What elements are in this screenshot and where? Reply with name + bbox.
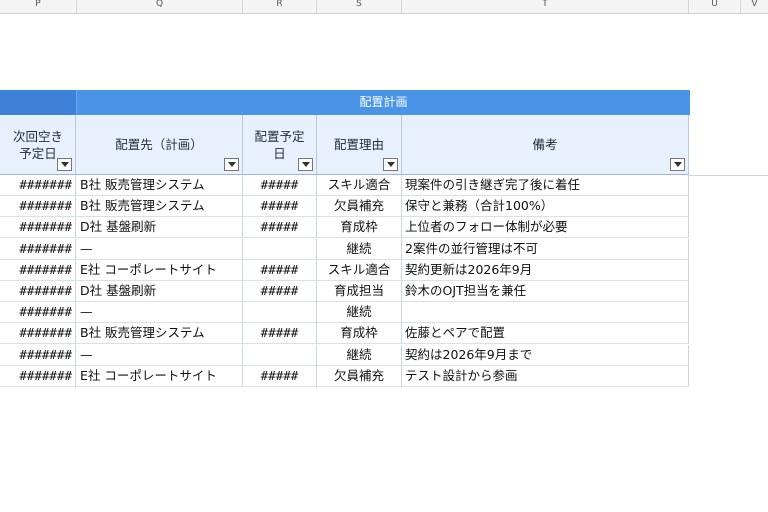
filter-dropdown-icon[interactable] [224, 158, 239, 171]
table-cell-t[interactable] [402, 302, 689, 324]
table-cell-s[interactable]: 欠員補充 [317, 365, 402, 387]
header-label: 配置予定日 [254, 128, 305, 161]
table-cell-p[interactable]: ####### [0, 259, 76, 281]
header-next-available-date[interactable]: 次回空き予定日 [0, 115, 76, 175]
header-label: 次回空き予定日 [12, 128, 63, 161]
table-cell-t[interactable]: 保守と兼務（合計100%） [402, 196, 689, 218]
table-cell-r[interactable]: ##### [243, 175, 317, 196]
table-cell-q[interactable]: — [76, 302, 243, 324]
table-cell-t[interactable]: テスト設計から参画 [402, 365, 689, 387]
table-cell-q[interactable]: — [76, 344, 243, 366]
table-cell-t[interactable]: 鈴木のOJT担当を兼任 [402, 281, 689, 302]
table-cell-r[interactable]: ##### [243, 323, 317, 345]
table-cell-q[interactable]: — [76, 238, 243, 260]
filter-dropdown-icon[interactable] [298, 158, 313, 171]
table-cell-s[interactable]: 育成担当 [317, 281, 402, 302]
table-cell-s[interactable]: 育成枠 [317, 323, 402, 345]
filter-dropdown-icon[interactable] [383, 158, 398, 171]
column-header-v[interactable]: V [741, 0, 768, 13]
table-cell-q[interactable]: E社 コーポレートサイト [76, 365, 243, 387]
table-cell-s[interactable]: スキル適合 [317, 259, 402, 281]
table-cell-q[interactable]: B社 販売管理システム [76, 196, 243, 218]
header-label: 配置理由 [333, 137, 384, 152]
header-assignment-plan[interactable]: 配置先（計画） [76, 115, 243, 175]
table-cell-p[interactable]: ####### [0, 175, 76, 196]
table-cell-r[interactable]: ##### [243, 196, 317, 218]
header-planned-date[interactable]: 配置予定日 [243, 115, 317, 175]
table-cell-p[interactable]: ####### [0, 365, 76, 387]
column-header-t[interactable]: T [402, 0, 689, 13]
table-cell-t[interactable]: 2案件の並行管理は不可 [402, 238, 689, 260]
column-header-s[interactable]: S [317, 0, 402, 13]
column-header-p[interactable]: P [0, 0, 77, 13]
table-cell-r[interactable] [243, 302, 317, 324]
header-remarks[interactable]: 備考 [402, 115, 689, 175]
table-cell-q[interactable]: B社 販売管理システム [76, 323, 243, 345]
table-cell-q[interactable]: D社 基盤刷新 [76, 217, 243, 239]
table-cell-t[interactable]: 契約は2026年9月まで [402, 344, 689, 366]
table-cell-q[interactable]: E社 コーポレートサイト [76, 259, 243, 281]
table-cell-q[interactable]: D社 基盤刷新 [76, 281, 243, 302]
table-cell-p[interactable]: ####### [0, 217, 76, 239]
table-cell-p[interactable]: ####### [0, 238, 76, 260]
column-header-q[interactable]: Q [77, 0, 243, 13]
table-cell-t[interactable]: 佐藤とペアで配置 [402, 323, 689, 345]
table-cell-p[interactable]: ####### [0, 281, 76, 302]
column-header-bar: P Q R S T U V [0, 0, 768, 14]
table-cell-p[interactable]: ####### [0, 196, 76, 218]
column-header-u[interactable]: U [689, 0, 741, 13]
table-cell-r[interactable]: ##### [243, 259, 317, 281]
column-header-r[interactable]: R [243, 0, 317, 13]
table-cell-r[interactable] [243, 238, 317, 260]
table-cell-t[interactable]: 上位者のフォロー体制が必要 [402, 217, 689, 239]
header-label: 備考 [532, 137, 558, 152]
table-cell-s[interactable]: 育成枠 [317, 217, 402, 239]
column-letter: T [542, 0, 548, 9]
header-assignment-reason[interactable]: 配置理由 [317, 115, 402, 175]
table-cell-s[interactable]: スキル適合 [317, 175, 402, 196]
table-cell-t[interactable]: 現案件の引き継ぎ完了後に着任 [402, 175, 689, 196]
group-header-left-cell[interactable] [0, 90, 76, 115]
table-cell-r[interactable]: ##### [243, 281, 317, 302]
column-letter: P [35, 0, 41, 9]
table-cell-p[interactable]: ####### [0, 344, 76, 366]
column-letter: R [276, 0, 283, 9]
table-cell-s[interactable]: 継続 [317, 302, 402, 324]
column-letter: U [711, 0, 718, 9]
table-cell-s[interactable]: 欠員補充 [317, 196, 402, 218]
group-header-title[interactable]: 配置計画 [76, 90, 690, 115]
column-letter: Q [155, 0, 164, 9]
table-cell-q[interactable]: B社 販売管理システム [76, 175, 243, 196]
filter-dropdown-icon[interactable] [57, 158, 72, 171]
gridline [689, 175, 768, 176]
table-cell-p[interactable]: ####### [0, 323, 76, 345]
table-cell-r[interactable]: ##### [243, 217, 317, 239]
table-cell-t[interactable]: 契約更新は2026年9月 [402, 259, 689, 281]
header-label: 配置先（計画） [115, 137, 203, 152]
column-letter: S [356, 0, 362, 9]
filter-dropdown-icon[interactable] [670, 158, 685, 171]
table-cell-r[interactable]: ##### [243, 365, 317, 387]
table-cell-p[interactable]: ####### [0, 302, 76, 324]
table-cell-s[interactable]: 継続 [317, 344, 402, 366]
table-cell-s[interactable]: 継続 [317, 238, 402, 260]
table-cell-r[interactable] [243, 344, 317, 366]
column-letter: V [751, 0, 758, 9]
